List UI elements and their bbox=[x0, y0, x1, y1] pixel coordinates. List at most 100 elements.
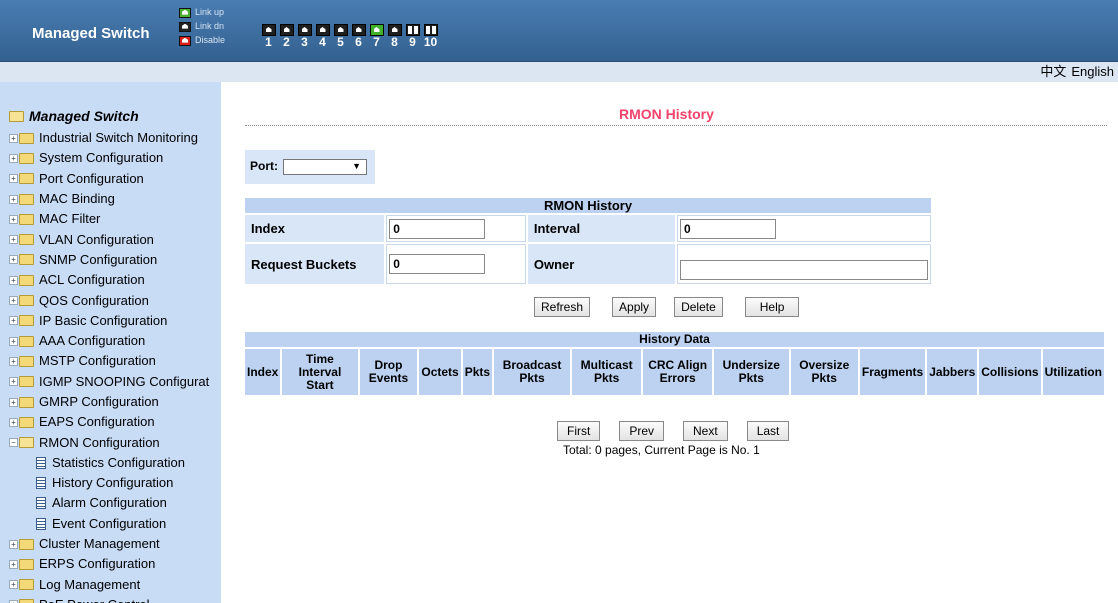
expand-icon[interactable]: + bbox=[9, 559, 18, 569]
sidebar-item-gmrp-configuration[interactable]: + GMRP Configuration bbox=[9, 392, 209, 412]
port-select[interactable] bbox=[283, 159, 367, 175]
sidebar-item-event-configuration[interactable]: Event Configuration bbox=[9, 514, 209, 534]
sidebar-item-aaa-configuration[interactable]: + AAA Configuration bbox=[9, 331, 209, 351]
apply-button[interactable]: Apply bbox=[612, 297, 657, 317]
port-5[interactable]: 5 bbox=[332, 24, 349, 49]
expand-icon[interactable]: + bbox=[9, 275, 18, 285]
sidebar-item-label: IP Basic Configuration bbox=[39, 312, 168, 328]
expand-icon[interactable]: + bbox=[9, 316, 18, 326]
prev-page-button[interactable]: Prev bbox=[619, 421, 665, 441]
column-header: Oversize Pkts bbox=[790, 349, 858, 395]
sidebar-item-label: ERPS Configuration bbox=[39, 556, 156, 572]
expand-icon[interactable]: + bbox=[9, 296, 18, 306]
port-8[interactable]: 8 bbox=[386, 24, 403, 49]
ethernet-port-icon bbox=[351, 24, 366, 36]
port-1[interactable]: 1 bbox=[260, 24, 277, 49]
folder-open-icon bbox=[19, 437, 34, 449]
legend-link-up: Link up bbox=[179, 5, 225, 19]
sidebar-item-snmp-configuration[interactable]: + SNMP Configuration bbox=[9, 250, 209, 270]
sidebar-item-log-management[interactable]: + Log Management bbox=[9, 575, 209, 595]
port-4[interactable]: 4 bbox=[314, 24, 331, 49]
sidebar-item-igmp-snooping-configurat[interactable]: + IGMP SNOOPING Configurat bbox=[9, 372, 209, 392]
folder-icon bbox=[19, 132, 34, 144]
lang-english-link[interactable]: English bbox=[1071, 64, 1114, 79]
sidebar-item-mac-binding[interactable]: + MAC Binding bbox=[9, 189, 209, 209]
folder-icon bbox=[19, 254, 34, 266]
port-6[interactable]: 6 bbox=[350, 24, 367, 49]
port-number: 2 bbox=[283, 35, 290, 49]
collapse-icon[interactable]: − bbox=[9, 438, 18, 448]
tree-root-label: Managed Switch bbox=[29, 108, 139, 124]
sidebar-item-label: PoE Power Control bbox=[39, 595, 150, 603]
rmon-history-form: RMON History Index 0 Interval 0 Request … bbox=[243, 196, 933, 286]
port-10[interactable]: 10 bbox=[422, 24, 439, 49]
sidebar-item-ip-basic-configuration[interactable]: + IP Basic Configuration bbox=[9, 311, 209, 331]
pagination-info: Total: 0 pages, Current Page is No. 1 bbox=[563, 443, 760, 457]
sidebar-item-qos-configuration[interactable]: + QOS Configuration bbox=[9, 290, 209, 310]
sidebar-item-label: Event Configuration bbox=[52, 515, 167, 531]
sidebar-item-rmon-configuration[interactable]: − RMON Configuration bbox=[9, 432, 209, 452]
column-header: Time Interval Start bbox=[282, 349, 358, 395]
help-button[interactable]: Help bbox=[744, 297, 800, 317]
delete-button[interactable]: Delete bbox=[674, 297, 723, 317]
sidebar-item-port-configuration[interactable]: + Port Configuration bbox=[9, 169, 209, 189]
sidebar-item-mac-filter[interactable]: + MAC Filter bbox=[9, 209, 209, 229]
sidebar-item-cluster-management[interactable]: + Cluster Management bbox=[9, 534, 209, 554]
legend-link-dn: Link dn bbox=[179, 19, 225, 33]
expand-icon[interactable]: + bbox=[9, 153, 18, 163]
sidebar-item-acl-configuration[interactable]: + ACL Configuration bbox=[9, 270, 209, 290]
sidebar-item-label: GMRP Configuration bbox=[39, 394, 159, 409]
sidebar-item-label: Port Configuration bbox=[39, 170, 144, 186]
owner-input[interactable] bbox=[680, 260, 928, 280]
sidebar-item-history-configuration[interactable]: History Configuration bbox=[9, 473, 209, 493]
sidebar-item-label: ACL Configuration bbox=[39, 272, 145, 288]
expand-icon[interactable]: + bbox=[9, 356, 18, 366]
expand-icon[interactable]: + bbox=[9, 539, 18, 549]
tree-root[interactable]: Managed Switch bbox=[9, 108, 139, 124]
port-3[interactable]: 3 bbox=[296, 24, 313, 49]
sidebar-item-label: QOS Configuration bbox=[39, 292, 149, 308]
expand-icon[interactable]: + bbox=[9, 194, 18, 204]
port-7[interactable]: 7 bbox=[368, 24, 385, 49]
sidebar-item-mstp-configuration[interactable]: + MSTP Configuration bbox=[9, 351, 209, 371]
ethernet-port-icon bbox=[333, 24, 348, 36]
index-input[interactable]: 0 bbox=[389, 218, 486, 239]
interval-input[interactable]: 0 bbox=[680, 218, 776, 239]
expand-icon[interactable]: + bbox=[9, 377, 18, 387]
expand-icon[interactable]: + bbox=[9, 235, 18, 245]
sidebar-item-label: Alarm Configuration bbox=[52, 495, 167, 511]
expand-icon[interactable]: + bbox=[9, 397, 18, 407]
sidebar-item-statistics-configuration[interactable]: Statistics Configuration bbox=[9, 453, 209, 473]
expand-icon[interactable]: + bbox=[9, 133, 18, 143]
expand-icon[interactable]: + bbox=[9, 417, 18, 427]
folder-icon bbox=[19, 234, 34, 246]
buckets-input[interactable]: 0 bbox=[389, 254, 486, 274]
lang-chinese-link[interactable]: 中文 bbox=[1040, 64, 1066, 79]
sidebar-item-alarm-configuration[interactable]: Alarm Configuration bbox=[9, 493, 209, 513]
sidebar-item-poe-power-control[interactable]: +PoE Power Control bbox=[9, 595, 209, 603]
main-content: RMON History Port: RMON History Index 0 … bbox=[221, 82, 1118, 603]
sidebar-item-industrial-switch-monitoring[interactable]: + Industrial Switch Monitoring bbox=[9, 128, 209, 148]
sidebar-item-erps-configuration[interactable]: + ERPS Configuration bbox=[9, 554, 209, 574]
expand-icon[interactable]: + bbox=[9, 580, 18, 590]
refresh-button[interactable]: Refresh bbox=[534, 297, 591, 317]
sidebar-item-system-configuration[interactable]: + System Configuration bbox=[9, 148, 209, 168]
expand-icon[interactable]: + bbox=[9, 174, 18, 184]
expand-icon[interactable]: + bbox=[9, 214, 18, 224]
sidebar-item-label: Log Management bbox=[39, 576, 141, 592]
expand-icon[interactable]: + bbox=[9, 255, 18, 265]
expand-icon[interactable]: + bbox=[9, 336, 18, 346]
sidebar-item-vlan-configuration[interactable]: + VLAN Configuration bbox=[9, 229, 209, 249]
sidebar-item-eaps-configuration[interactable]: + EAPS Configuration bbox=[9, 412, 209, 432]
next-page-button[interactable]: Next bbox=[683, 421, 728, 441]
document-icon bbox=[36, 456, 46, 469]
index-cell: 0 bbox=[386, 215, 526, 242]
last-page-button[interactable]: Last bbox=[746, 421, 790, 441]
port-2[interactable]: 2 bbox=[278, 24, 295, 49]
folder-icon bbox=[19, 579, 34, 591]
ethernet-port-icon bbox=[315, 24, 330, 36]
owner-cell bbox=[677, 244, 931, 284]
first-page-button[interactable]: First bbox=[557, 421, 601, 441]
document-icon bbox=[36, 517, 46, 530]
port-9[interactable]: 9 bbox=[404, 24, 421, 49]
